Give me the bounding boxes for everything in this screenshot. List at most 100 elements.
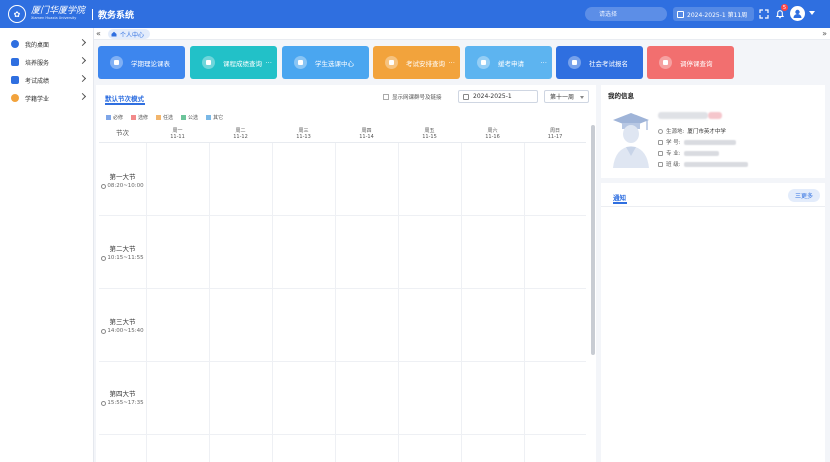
grid-line bbox=[272, 143, 273, 462]
more-dots-icon: ··· bbox=[265, 58, 272, 67]
my-info-title: 我的信息 bbox=[608, 92, 634, 100]
collapse-right-icon[interactable]: » bbox=[822, 29, 827, 38]
period-time-text: 08:20~10:00 bbox=[107, 183, 144, 189]
calendar-icon bbox=[463, 94, 469, 100]
info-row-student-id: 学 号: bbox=[658, 138, 736, 146]
quick-deferred-exam-button[interactable]: 缓考申请 ··· bbox=[465, 46, 552, 79]
legend-swatch bbox=[206, 115, 212, 120]
grid-line bbox=[99, 288, 586, 289]
legend-item: 必修 bbox=[106, 114, 123, 121]
fullscreen-icon[interactable] bbox=[758, 8, 770, 20]
notice-more-button[interactable]: 三更多 bbox=[788, 189, 820, 202]
legend-label: 选修 bbox=[138, 115, 149, 121]
user-menu-caret-icon[interactable] bbox=[809, 11, 815, 15]
timetable-icon bbox=[110, 56, 123, 69]
period-time-text: 15:55~17:35 bbox=[107, 400, 144, 406]
header-search-input[interactable] bbox=[585, 7, 667, 21]
quick-button-label: 考试安排查询 bbox=[406, 59, 445, 68]
day-date: 11-17 bbox=[547, 134, 563, 140]
quick-course-selection-button[interactable]: 学生选课中心 bbox=[282, 46, 369, 79]
student-tag-redacted bbox=[708, 112, 722, 119]
day-header: 周一 11-11 bbox=[146, 125, 209, 143]
current-term-pill[interactable]: 2024-2025-1 第11周 bbox=[673, 7, 754, 21]
info-label: 生源地: bbox=[666, 129, 685, 135]
info-label: 学 号: bbox=[666, 140, 681, 146]
course-selection-icon bbox=[294, 56, 307, 69]
collapse-left-icon[interactable]: « bbox=[96, 29, 101, 38]
more-dots-icon: ··· bbox=[540, 58, 547, 67]
period-time-text: 14:00~15:40 bbox=[107, 328, 144, 334]
training-icon bbox=[11, 58, 19, 66]
sidebar-item-label: 考试成绩 bbox=[25, 77, 50, 85]
sidebar-item-label: 我的桌面 bbox=[25, 41, 50, 49]
legend-swatch bbox=[181, 115, 187, 120]
grid-line bbox=[99, 434, 586, 435]
quick-social-exam-button[interactable]: 社会考试报名 bbox=[556, 46, 643, 79]
tab-bar: « 个人中心 » bbox=[94, 28, 830, 40]
legend-swatch bbox=[106, 115, 111, 120]
quick-button-label: 学期理论课表 bbox=[131, 59, 170, 68]
day-header: 周六 11-16 bbox=[461, 125, 524, 143]
legend-label: 任选 bbox=[163, 115, 174, 121]
id-card-icon bbox=[658, 139, 663, 145]
grid-line bbox=[99, 361, 586, 362]
sidebar-item-exams[interactable]: 考试成绩 bbox=[0, 71, 93, 89]
redacted-value bbox=[683, 150, 719, 156]
quick-exam-schedule-button[interactable]: 考试安排查询 ··· bbox=[373, 46, 460, 79]
period-name: 第三大节 bbox=[109, 318, 136, 326]
sidebar-item-desktop[interactable]: 我的桌面 bbox=[0, 35, 93, 53]
week-select-value: 第十一周 bbox=[550, 94, 575, 101]
social-exam-icon bbox=[568, 56, 581, 69]
grid-line bbox=[99, 215, 586, 216]
info-row-major: 专 业: bbox=[658, 149, 719, 157]
student-status-icon bbox=[11, 94, 19, 102]
period-time: 10:15~11:55 bbox=[99, 255, 146, 261]
calendar-icon bbox=[677, 10, 684, 18]
divider bbox=[601, 206, 825, 207]
term-select[interactable]: 2024-2025-1 bbox=[458, 90, 538, 103]
grid-line bbox=[461, 143, 462, 462]
university-name: 厦门华厦学院 bbox=[31, 6, 86, 17]
day-header: 周四 11-14 bbox=[335, 125, 398, 143]
exam-schedule-icon bbox=[385, 56, 398, 69]
timetable-mode-tab[interactable]: 默认节次模式 bbox=[105, 93, 144, 103]
day-date: 11-14 bbox=[359, 134, 374, 140]
info-row-origin: 生源地: 厦门市英才中学 bbox=[658, 127, 726, 135]
quick-term-timetable-button[interactable]: 学期理论课表 bbox=[98, 46, 185, 79]
day-date: 11-13 bbox=[296, 134, 311, 140]
more-dots-icon: ··· bbox=[448, 58, 455, 67]
sidebar-item-status[interactable]: 学籍学业 bbox=[0, 89, 93, 107]
grid-line bbox=[524, 143, 525, 462]
tab-notice[interactable]: 通知 bbox=[613, 192, 626, 202]
period-name: 第一大节 bbox=[109, 173, 136, 181]
sidebar: 我的桌面 培养服务 考试成绩 学籍学业 bbox=[0, 28, 94, 462]
timetable-scrollbar[interactable] bbox=[591, 125, 595, 355]
show-online-group-checkbox[interactable]: 显示网课群号及链接 bbox=[383, 93, 442, 101]
term-select-value: 2024-2025-1 bbox=[473, 93, 512, 100]
tab-personal-center[interactable]: 个人中心 bbox=[108, 29, 151, 39]
checkbox-icon[interactable] bbox=[383, 94, 389, 100]
legend-label: 其它 bbox=[213, 115, 224, 121]
deferred-exam-icon bbox=[477, 56, 490, 69]
quick-class-adjust-button[interactable]: 调停课查询 bbox=[647, 46, 734, 79]
grade-icon bbox=[202, 56, 215, 69]
grid-line bbox=[398, 143, 399, 462]
period-label: 第四大节 15:55~17:35 bbox=[99, 388, 146, 406]
quick-button-label: 缓考申请 bbox=[498, 59, 524, 68]
notification-badge: 5 bbox=[781, 4, 788, 11]
day-header: 周二 11-12 bbox=[209, 125, 272, 143]
legend-label: 公选 bbox=[188, 115, 199, 121]
legend-swatch bbox=[131, 115, 137, 120]
course-type-legend: 必修 选修 任选 公选 其它 bbox=[106, 114, 231, 121]
sidebar-item-training[interactable]: 培养服务 bbox=[0, 53, 93, 71]
grid-line bbox=[335, 143, 336, 462]
week-select[interactable]: 第十一周 bbox=[544, 90, 589, 103]
quick-grade-query-button[interactable]: 课程成绩查询 ··· bbox=[190, 46, 277, 79]
quick-button-label: 学生选课中心 bbox=[315, 59, 354, 68]
quick-button-label: 调停课查询 bbox=[680, 59, 713, 68]
info-label: 班 级: bbox=[666, 162, 681, 168]
period-time: 08:20~10:00 bbox=[99, 183, 146, 189]
top-header: ✿ 厦门华厦学院 Xiamen Huaxia University 教务系统 2… bbox=[0, 0, 830, 28]
legend-label: 必修 bbox=[113, 115, 124, 121]
user-avatar[interactable] bbox=[790, 6, 805, 21]
